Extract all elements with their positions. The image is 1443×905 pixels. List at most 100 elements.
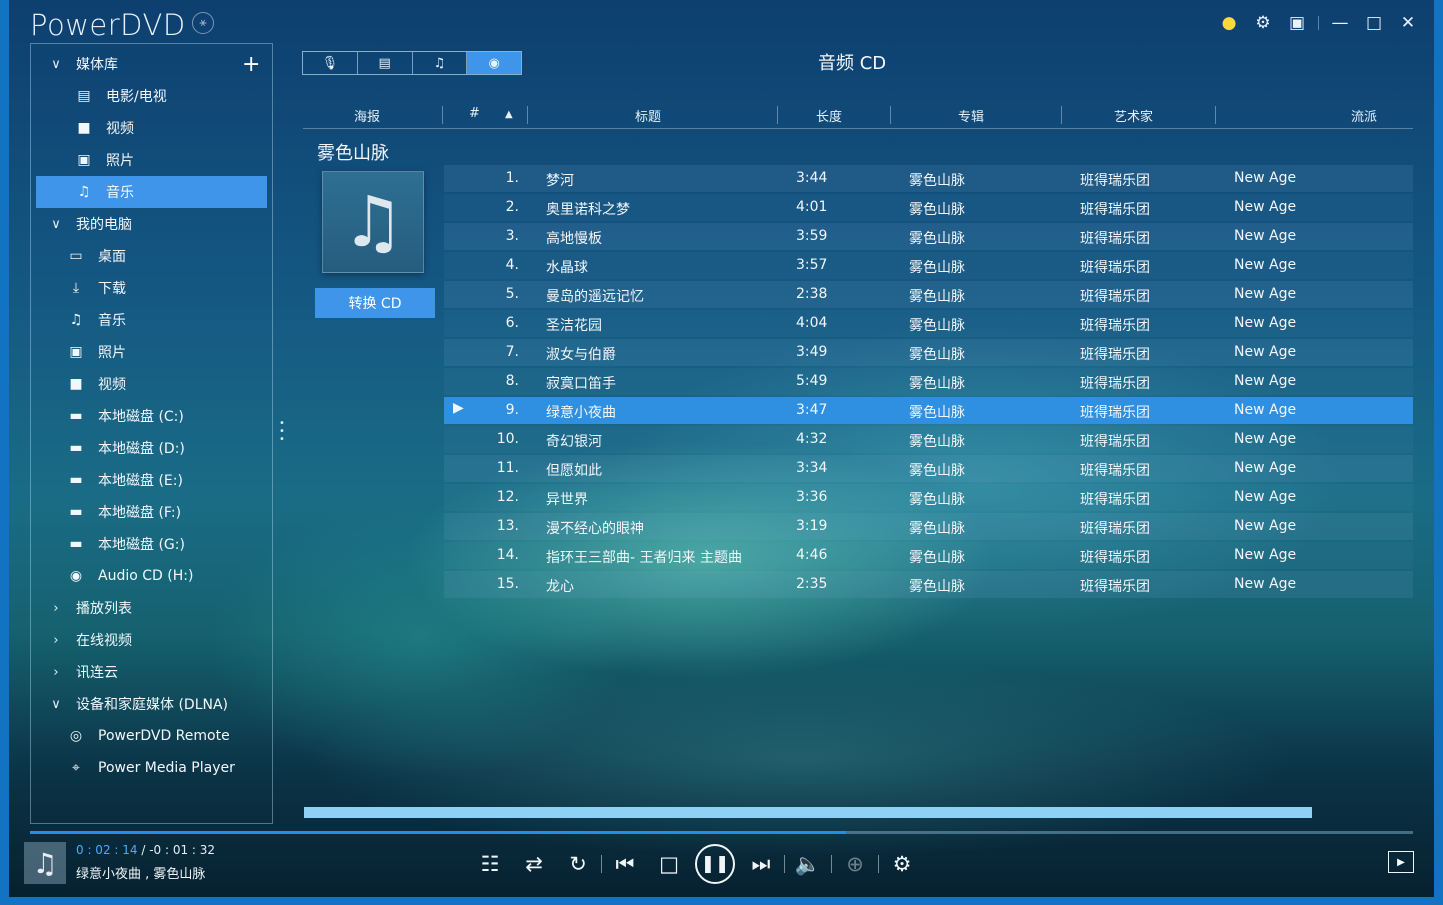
track-row[interactable]: 4. 水晶球 3:57 雾色山脉 班得瑞乐团 New Age: [444, 252, 1413, 279]
sidebar-item[interactable]: › 播放列表: [36, 592, 267, 624]
column-divider[interactable]: [1215, 106, 1216, 124]
column-divider[interactable]: [777, 106, 778, 124]
sidebar-item-label: 本地磁盘 (D:): [98, 441, 185, 457]
track-row[interactable]: 1. 梦河 3:44 雾色山脉 班得瑞乐团 New Age: [444, 165, 1413, 192]
track-row[interactable]: 3. 高地慢板 3:59 雾色山脉 班得瑞乐团 New Age: [444, 223, 1413, 250]
microphone-icon[interactable]: 🎙: [303, 52, 358, 74]
column-poster[interactable]: 海报: [354, 106, 380, 125]
chevron-right-icon[interactable]: ›: [42, 665, 70, 680]
cast-screen-icon[interactable]: ▶: [1388, 851, 1414, 873]
sidebar-item[interactable]: ■ 视频: [36, 112, 267, 144]
track-row[interactable]: 8. 寂寞口笛手 5:49 雾色山脉 班得瑞乐团 New Age: [444, 368, 1413, 395]
column-number[interactable]: #: [469, 106, 480, 121]
sidebar-item-label: 播放列表: [76, 601, 132, 617]
sidebar-resize-handle[interactable]: • • •: [279, 419, 285, 445]
sidebar-item[interactable]: ♫ 音乐: [36, 304, 267, 336]
sidebar-item[interactable]: ■ 视频: [36, 368, 267, 400]
track-row[interactable]: 10. 奇幻银河 4:32 雾色山脉 班得瑞乐团 New Age: [444, 426, 1413, 453]
sidebar-item-label: 本地磁盘 (F:): [98, 505, 182, 521]
stop-icon[interactable]: □: [647, 843, 691, 885]
track-row[interactable]: 11. 但愿如此 3:34 雾色山脉 班得瑞乐团 New Age: [444, 455, 1413, 482]
sidebar-item[interactable]: ⌖ Power Media Player: [36, 752, 267, 784]
chevron-down-icon[interactable]: ∨: [42, 217, 70, 232]
list-icon[interactable]: ▤: [358, 52, 413, 74]
column-title[interactable]: 标题: [635, 106, 661, 125]
sidebar-item[interactable]: ◎ PowerDVD Remote: [36, 720, 267, 752]
next-icon[interactable]: ⏭: [739, 843, 783, 885]
sidebar-item[interactable]: ∨ 我的电脑: [36, 208, 267, 240]
minimize-icon[interactable]: —: [1323, 10, 1357, 36]
track-artist: 班得瑞乐团: [1080, 376, 1150, 392]
repeat-icon[interactable]: ↻: [556, 843, 600, 885]
seek-bar[interactable]: [30, 831, 1413, 834]
sidebar-item[interactable]: ▭ 桌面: [36, 240, 267, 272]
track-row[interactable]: 14. 指环王三部曲- 王者归来 主题曲 4:46 雾色山脉 班得瑞乐团 New Age: [444, 542, 1413, 569]
settings-icon[interactable]: ⚙: [1246, 10, 1280, 36]
track-genre: New Age: [1234, 257, 1297, 273]
sidebar-item[interactable]: ▬ 本地磁盘 (E:): [36, 464, 267, 496]
column-length[interactable]: 长度: [816, 106, 842, 125]
notification-bell-icon[interactable]: ⚹: [192, 12, 214, 34]
sidebar-item[interactable]: ♫ 音乐: [36, 176, 267, 208]
equalizer-icon[interactable]: ☷: [468, 843, 512, 885]
sidebar-item[interactable]: ▣ 照片: [36, 336, 267, 368]
volume-icon[interactable]: 🔈: [786, 843, 830, 885]
sidebar-item[interactable]: ∨ 设备和家庭媒体 (DLNA): [36, 688, 267, 720]
track-row[interactable]: ▶ 9. 绿意小夜曲 3:47 雾色山脉 班得瑞乐团 New Age: [444, 397, 1413, 424]
now-playing-art[interactable]: ♫: [24, 842, 66, 884]
column-divider[interactable]: [1061, 106, 1062, 124]
track-title: 但愿如此: [546, 463, 602, 479]
column-divider[interactable]: [442, 106, 443, 124]
tv-icon[interactable]: ▣: [1280, 10, 1314, 36]
sidebar-item[interactable]: › 在线视频: [36, 624, 267, 656]
pause-button[interactable]: ❚❚: [691, 843, 739, 885]
album-cover[interactable]: ♫: [322, 171, 424, 273]
chevron-down-icon[interactable]: ∨: [42, 697, 70, 712]
shuffle-icon[interactable]: ⇄: [512, 843, 556, 885]
track-genre: New Age: [1234, 489, 1297, 505]
track-row[interactable]: 5. 曼岛的遥远记忆 2:38 雾色山脉 班得瑞乐团 New Age: [444, 281, 1413, 308]
maximize-icon[interactable]: □: [1357, 10, 1391, 36]
column-divider[interactable]: [890, 106, 891, 124]
convert-cd-button[interactable]: 转换 CD: [315, 288, 435, 318]
column-artist[interactable]: 艺术家: [1114, 106, 1153, 125]
zoom-icon[interactable]: ⊕: [833, 843, 877, 885]
wifi-remote-icon: ◎: [69, 728, 83, 744]
sidebar-item[interactable]: › 讯连云: [36, 656, 267, 688]
track-row[interactable]: 7. 淑女与伯爵 3:49 雾色山脉 班得瑞乐团 New Age: [444, 339, 1413, 366]
previous-icon[interactable]: ⏮: [603, 843, 647, 885]
track-row[interactable]: 15. 龙心 2:35 雾色山脉 班得瑞乐团 New Age: [444, 571, 1413, 598]
disc-icon[interactable]: ◉: [467, 52, 521, 74]
sort-ascending-icon[interactable]: ▲: [505, 109, 513, 120]
track-row[interactable]: 6. 圣洁花园 4:04 雾色山脉 班得瑞乐团 New Age: [444, 310, 1413, 337]
chevron-right-icon[interactable]: ›: [42, 601, 70, 616]
track-row[interactable]: 13. 漫不经心的眼神 3:19 雾色山脉 班得瑞乐团 New Age: [444, 513, 1413, 540]
bulb-icon[interactable]: ●: [1212, 10, 1246, 36]
column-genre[interactable]: 流派: [1351, 106, 1377, 125]
sidebar-item[interactable]: ▬ 本地磁盘 (F:): [36, 496, 267, 528]
chevron-right-icon[interactable]: ›: [42, 633, 70, 648]
sidebar-item[interactable]: ◉ Audio CD (H:): [36, 560, 267, 592]
sidebar-item[interactable]: ∨ 媒体库: [36, 48, 267, 80]
music-icon: ♫: [69, 312, 83, 328]
column-divider[interactable]: [527, 106, 528, 124]
column-album[interactable]: 专辑: [958, 106, 984, 125]
track-artist: 班得瑞乐团: [1080, 347, 1150, 363]
sidebar-item[interactable]: ▣ 照片: [36, 144, 267, 176]
sidebar-item[interactable]: ▤ 电影/电视: [36, 80, 267, 112]
sidebar-item[interactable]: ▬ 本地磁盘 (D:): [36, 432, 267, 464]
music-note-icon[interactable]: ♫: [413, 52, 468, 74]
sidebar-item[interactable]: ▬ 本地磁盘 (C:): [36, 400, 267, 432]
track-row[interactable]: 2. 奥里诺科之梦 4:01 雾色山脉 班得瑞乐团 New Age: [444, 194, 1413, 221]
sidebar-item[interactable]: ▬ 本地磁盘 (G:): [36, 528, 267, 560]
track-row[interactable]: 12. 异世界 3:36 雾色山脉 班得瑞乐团 New Age: [444, 484, 1413, 511]
settings-icon[interactable]: ⚙: [880, 843, 924, 885]
sidebar-item-label: 设备和家庭媒体 (DLNA): [76, 697, 229, 713]
chevron-down-icon[interactable]: ∨: [42, 57, 70, 72]
track-number: 11.: [496, 460, 519, 476]
sidebar-item[interactable]: ⤓ 下载: [36, 272, 267, 304]
track-album: 雾色山脉: [909, 231, 965, 247]
time-display: 0 : 02 : 14 / -0 : 01 : 32: [76, 843, 215, 857]
close-icon[interactable]: ✕: [1391, 10, 1425, 36]
album-name: 雾色山脉: [317, 143, 389, 164]
